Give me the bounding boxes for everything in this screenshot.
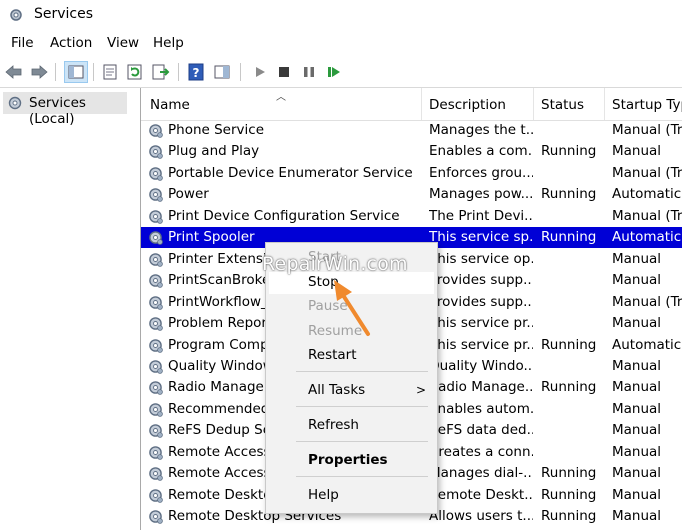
annotation-arrow-icon [334, 280, 370, 336]
